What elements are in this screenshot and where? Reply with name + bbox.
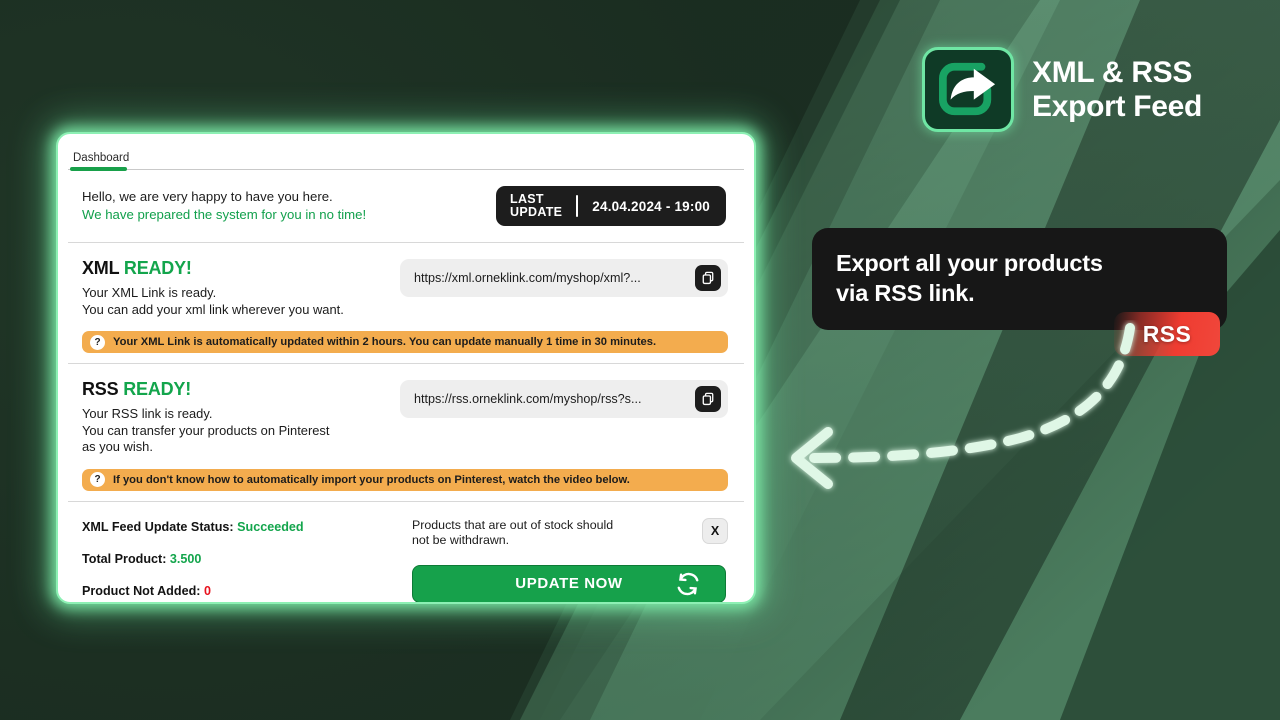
copy-icon[interactable] [695, 265, 721, 291]
rss-status: READY! [123, 379, 192, 399]
last-update-label: LAST UPDATE [510, 191, 563, 220]
greeting-line-1: Hello, we are very happy to have you her… [82, 189, 333, 204]
xml-note-text: Your XML Link is automatically updated w… [113, 336, 657, 348]
tab-active-indicator [70, 167, 127, 171]
last-update-label-line1: LAST [510, 191, 544, 206]
rss-desc-line1: Your RSS link is ready. [82, 406, 213, 421]
status-row: XML Feed Update Status: Succeeded [82, 520, 412, 534]
xml-description: Your XML Link is ready. You can add your… [82, 285, 344, 318]
status-value: Succeeded [237, 519, 304, 534]
rss-section: RSS READY! Your RSS link is ready. You c… [68, 364, 744, 502]
last-update-value: 24.04.2024 - 19:00 [592, 198, 710, 214]
greeting-row: Hello, we are very happy to have you her… [68, 170, 744, 243]
refresh-icon [675, 571, 701, 597]
callout-line-2: via RSS link. [836, 280, 975, 306]
xml-link-box[interactable]: https://xml.orneklink.com/myshop/xml?... [400, 259, 728, 297]
brand-title: XML & RSS Export Feed [1032, 56, 1202, 124]
greeting-text: Hello, we are very happy to have you her… [82, 188, 366, 224]
brand-title-line2: Export Feed [1032, 89, 1203, 123]
rss-title-key: RSS [82, 379, 119, 399]
rss-note-bar: ? If you don't know how to automatically… [82, 468, 728, 491]
rss-desc-line2: You can transfer your products on Pinter… [82, 422, 330, 438]
xml-link-value: https://xml.orneklink.com/myshop/xml?... [414, 271, 641, 285]
product-not-added-row: Product Not Added: 0 [82, 584, 412, 598]
xml-title-key: XML [82, 258, 120, 278]
product-not-added-value: 0 [203, 583, 211, 598]
xml-desc-line1: Your XML Link is ready. [82, 285, 217, 300]
dashed-curved-arrow-icon [770, 320, 1190, 505]
rss-link-value: https://rss.orneklink.com/myshop/rss?s..… [414, 392, 642, 406]
tab-bar: Dashboard [68, 144, 744, 171]
last-update-label-line2: UPDATE [510, 205, 563, 219]
rss-note-text: If you don't know how to automatically i… [113, 473, 630, 486]
product-not-added-label: Product Not Added: [82, 583, 201, 598]
xml-section: XML READY! Your XML Link is ready. You c… [68, 243, 744, 364]
question-mark-icon: ? [90, 472, 105, 487]
dashboard-card: Dashboard Hello, we are very happy to ha… [56, 132, 756, 604]
out-of-stock-note-line1: Products that are out of stock should [412, 517, 614, 532]
question-mark-icon: ? [90, 334, 105, 350]
greeting-line-2: We have prepared the system for you in n… [82, 207, 367, 222]
close-button[interactable]: X [702, 517, 728, 544]
update-now-button[interactable]: UPDATE NOW [412, 564, 726, 602]
xml-status: READY! [123, 258, 192, 278]
xml-title: XML READY! [82, 258, 344, 279]
rss-link-box[interactable]: https://rss.orneklink.com/myshop/rss?s..… [400, 380, 728, 418]
callout-line-1: Export all your products [836, 250, 1103, 276]
divider [576, 195, 579, 217]
out-of-stock-note-line2: not be withdrawn. [412, 533, 510, 547]
total-product-label: Total Product: [82, 551, 167, 566]
last-update-badge: LAST UPDATE 24.04.2024 - 19:00 [496, 186, 726, 226]
update-now-label: UPDATE NOW [515, 575, 623, 592]
brand-logo-row: XML & RSS Export Feed [922, 47, 1202, 132]
callout-text: Export all your products via RSS link. [836, 248, 1201, 308]
status-label: XML Feed Update Status: [82, 519, 234, 534]
rss-title: RSS READY! [82, 379, 329, 400]
out-of-stock-note: Products that are out of stock should no… [412, 518, 613, 549]
card-footer: XML Feed Update Status: Succeeded Total … [68, 502, 744, 603]
share-export-icon [922, 47, 1014, 132]
rss-desc-line3: as you wish. [82, 439, 153, 454]
total-product-row: Total Product: 3.500 [82, 552, 412, 566]
total-product-value: 3.500 [169, 551, 202, 566]
xml-desc-line2: You can add your xml link wherever you w… [82, 301, 344, 317]
copy-icon[interactable] [695, 386, 721, 412]
xml-note-bar: ? Your XML Link is automatically updated… [82, 331, 728, 353]
brand-title-line1: XML & RSS [1032, 55, 1193, 89]
stats-group: XML Feed Update Status: Succeeded Total … [82, 518, 412, 603]
rss-description: Your RSS link is ready. You can transfer… [82, 406, 329, 456]
